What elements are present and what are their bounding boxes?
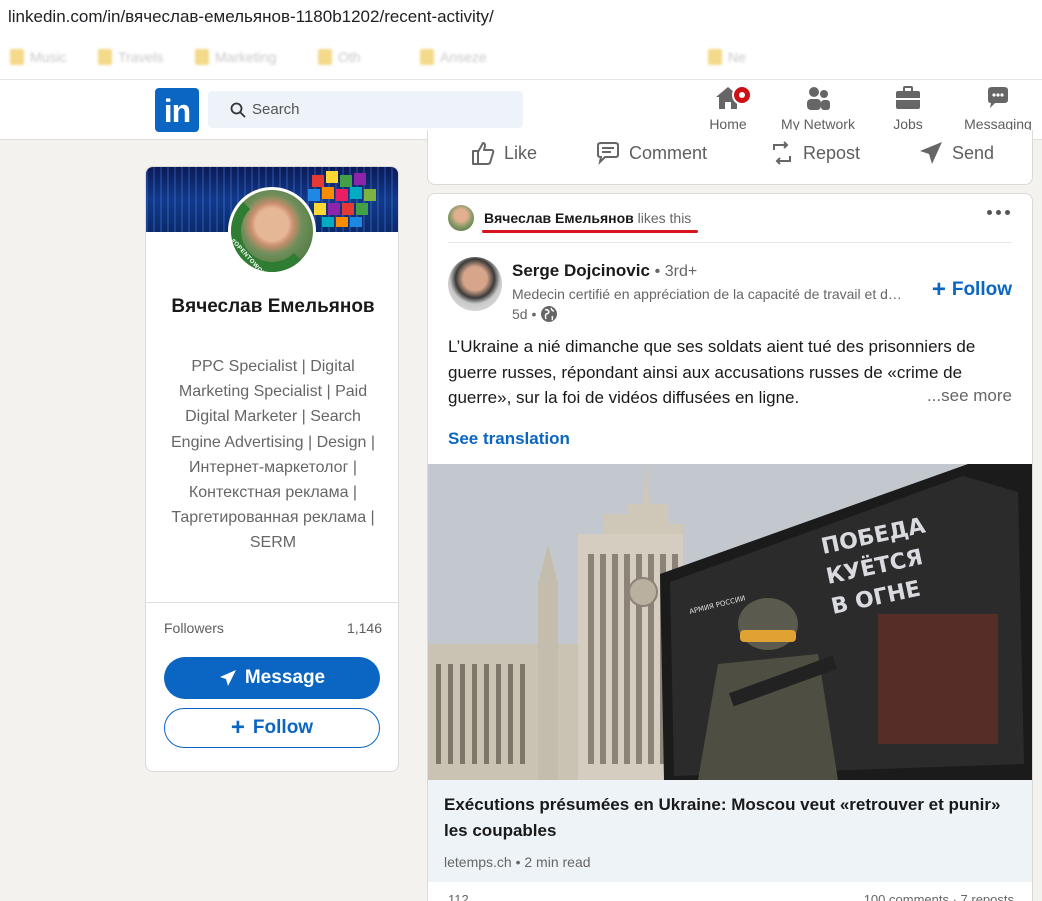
author-name[interactable]: Serge Dojcinovic • 3rd+ [512,261,697,281]
nav-my-network[interactable]: My Network [772,84,864,132]
more-options-icon[interactable] [987,210,1010,215]
author-title: Medecin certifié en appréciation de la c… [512,286,908,302]
like-button[interactable]: Like [470,140,537,166]
colorful-cubes-graphic [308,171,376,227]
photo-scene: ПОБЕДА КУЁТСЯ В ОГНЕ АРМИЯ РОССИИ [428,464,1032,780]
url-text[interactable]: linkedin.com/in/вячеслав-емельянов-1180b… [8,7,494,27]
like-label: Like [504,142,538,163]
globe-icon [541,306,558,322]
connection-degree: • 3rd+ [654,263,698,280]
linkedin-logo[interactable]: in [155,88,199,132]
message-button[interactable]: Message [164,657,380,699]
send-button[interactable]: Send [918,140,994,166]
send-label: Send [952,142,995,163]
search-icon [230,102,246,118]
divider [146,602,398,603]
comment-label: Comment [629,142,708,163]
bookmark-item[interactable]: Anseze [420,49,487,65]
liker-avatar[interactable] [448,205,474,231]
bookmark-item[interactable]: Ne [708,49,746,65]
comment-button[interactable]: Comment [595,140,707,166]
profile-avatar[interactable]: #OPENTOWORK [228,187,316,275]
author-avatar[interactable] [448,257,502,311]
nav-home[interactable]: Home [700,84,756,132]
nav-messaging[interactable]: Messaging [958,84,1038,132]
repost-button[interactable]: Repost [769,140,860,166]
notification-badge [732,85,752,105]
see-more-link[interactable]: ...see more [922,386,1012,406]
people-icon [807,87,830,110]
repost-label: Repost [803,142,861,163]
search-box[interactable] [208,91,523,128]
send-icon [219,670,236,686]
plus-icon: + [230,714,245,741]
comments-reposts-count[interactable]: 100 comments · 7 reposts [864,892,1014,901]
paper-plane-icon [920,142,942,164]
divider [448,242,1012,243]
message-button-label: Message [244,667,326,688]
thumbs-up-icon [472,142,495,165]
followers-label: Followers [164,620,224,636]
followers-row: Followers 1,146 [164,620,382,636]
comment-icon [597,142,619,166]
see-translation-link[interactable]: See translation [448,429,570,449]
follow-author-button[interactable]: + Follow [931,276,1012,303]
bookmark-item[interactable]: Travels [98,49,163,65]
profile-card: #OPENTOWORK Вячеслав Емельянов PPC Speci… [145,166,399,772]
follow-button[interactable]: + Follow [164,708,380,748]
bookmark-item[interactable]: Marketing [195,49,276,65]
feed-post: Вячеслав Емельянов likes this Serge Dojc… [427,193,1033,901]
browser-address-bar: linkedin.com/in/вячеслав-емельянов-1180b… [0,0,1042,38]
link-preview[interactable]: Exécutions présumées en Ukraine: Moscou … [428,780,1032,882]
link-source: letemps.ch • 2 min read [444,854,591,870]
post-time: 5d • [512,305,558,323]
social-activity-header: Вячеслав Емельянов likes this [448,205,691,231]
bookmarks-bar: Music Travels Marketing Oth Anseze Ne [0,38,1042,80]
link-title[interactable]: Exécutions présumées en Ukraine: Moscou … [444,792,1014,844]
follow-button-label: Follow [252,717,314,738]
reaction-count[interactable]: 112 [448,892,469,901]
search-input[interactable] [252,91,512,128]
bookmark-item[interactable]: Music [10,49,67,65]
open-to-work-frame [231,190,313,272]
followers-count: 1,146 [346,620,382,636]
bookmark-item[interactable]: Oth [318,49,361,65]
profile-name[interactable]: Вячеслав Емельянов [146,292,398,322]
red-underline-annotation [482,230,698,233]
liker-name[interactable]: Вячеслав Емельянов [484,210,634,226]
plus-icon: + [931,276,946,303]
briefcase-icon [896,86,920,109]
chat-icon [988,87,1008,108]
nav-jobs[interactable]: Jobs [884,84,932,132]
post-action-bar: Like Comment Repost Send [427,130,1033,185]
reactions-row: 112 100 comments · 7 reposts [448,892,1014,901]
post-image[interactable]: ПОБЕДА КУЁТСЯ В ОГНЕ АРМИЯ РОССИИ [428,464,1032,780]
repost-icon [773,141,791,165]
profile-headline: PPC Specialist | Digital Marketing Speci… [171,358,375,552]
likes-this-text: likes this [637,210,692,226]
